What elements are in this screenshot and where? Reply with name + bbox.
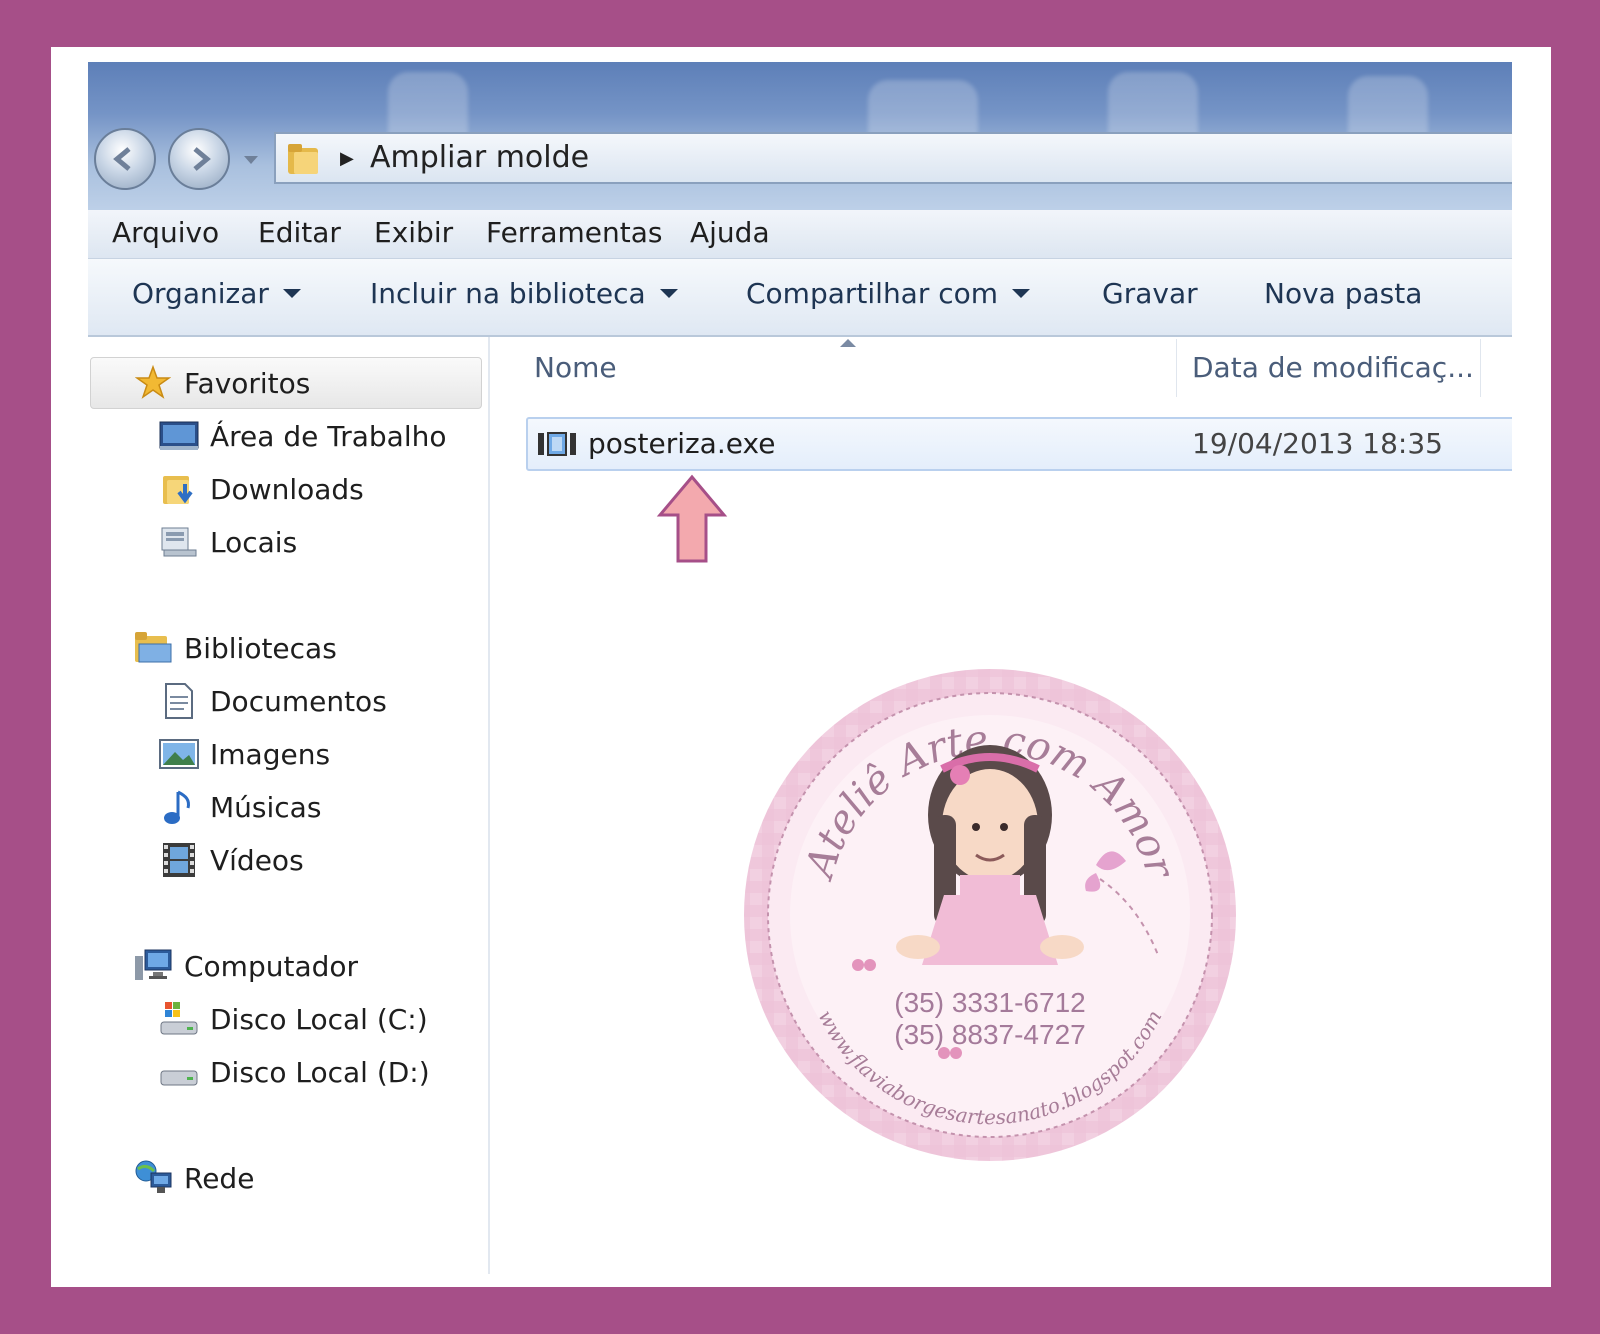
documents-icon	[158, 681, 200, 721]
dropdown-caret-icon	[659, 289, 678, 298]
column-divider[interactable]	[1480, 339, 1481, 397]
sidebar-network-label: Rede	[184, 1161, 255, 1195]
file-date-modified: 19/04/2013 18:35	[1192, 427, 1443, 460]
file-name: posteriza.exe	[588, 427, 776, 460]
sidebar-item-pictures[interactable]: Imagens	[158, 734, 330, 774]
recent-places-icon	[158, 522, 200, 562]
breadcrumb-current-folder[interactable]: Ampliar molde	[370, 140, 589, 175]
sidebar-computer[interactable]: Computador	[132, 946, 358, 986]
libraries-icon	[132, 628, 174, 668]
forward-button[interactable]	[168, 128, 230, 190]
watermark-phone-1: (35) 3331-6712	[894, 987, 1086, 1018]
file-row[interactable]: posteriza.exe 19/04/2013 18:35	[526, 417, 1512, 471]
organize-button[interactable]: Organizar	[132, 277, 301, 310]
sidebar-item-drive-c[interactable]: Disco Local (C:)	[158, 999, 428, 1039]
watermark-seal: Ateliê Arte com Amor www.flaviaborgesart…	[738, 665, 1242, 1169]
back-button[interactable]	[94, 128, 156, 190]
breadcrumb-separator-icon[interactable]: ▶	[340, 148, 354, 169]
sidebar-item-label: Disco Local (D:)	[210, 1055, 430, 1089]
sidebar-item-downloads[interactable]: Downloads	[158, 469, 364, 509]
sidebar-network[interactable]: Rede	[132, 1158, 254, 1198]
film-strip-icon	[158, 840, 200, 880]
downloads-folder-icon	[158, 469, 200, 509]
include-library-button[interactable]: Incluir na biblioteca	[370, 277, 678, 310]
navigation-pane: Favoritos Área de Trabalho Downloads Loc…	[88, 337, 490, 1274]
screenshot-canvas: ▶ Ampliar molde Arquivo Editar Exibir Fe…	[51, 47, 1551, 1287]
sidebar-item-drive-d[interactable]: Disco Local (D:)	[158, 1052, 430, 1092]
menu-arquivo[interactable]: Arquivo	[112, 216, 219, 249]
sidebar-favorites-label: Favoritos	[184, 366, 311, 400]
sidebar-libraries-label: Bibliotecas	[184, 631, 337, 665]
share-with-button[interactable]: Compartilhar com	[746, 277, 1031, 310]
recent-pages-chevron-icon[interactable]	[240, 150, 262, 170]
sidebar-item-label: Músicas	[210, 790, 322, 824]
include-library-label: Incluir na biblioteca	[370, 277, 646, 310]
sidebar-item-recent-places[interactable]: Locais	[158, 522, 297, 562]
music-note-icon	[158, 787, 200, 827]
sidebar-favorites[interactable]: Favoritos	[132, 363, 310, 403]
sort-ascending-icon	[840, 339, 856, 347]
sidebar-item-label: Disco Local (C:)	[210, 1002, 428, 1036]
sidebar-item-desktop[interactable]: Área de Trabalho	[158, 416, 446, 456]
sidebar-item-music[interactable]: Músicas	[158, 787, 321, 827]
back-arrow-icon	[113, 147, 131, 171]
sidebar-item-label: Imagens	[210, 737, 331, 771]
command-toolbar: Organizar Incluir na biblioteca Comparti…	[88, 259, 1512, 337]
exe-icon	[538, 432, 576, 456]
sidebar-item-label: Vídeos	[210, 843, 304, 877]
navigation-buttons	[94, 124, 264, 194]
explorer-window: ▶ Ampliar molde Arquivo Editar Exibir Fe…	[88, 62, 1512, 1274]
sidebar-libraries[interactable]: Bibliotecas	[132, 628, 337, 668]
share-with-label: Compartilhar com	[746, 277, 999, 310]
network-icon	[132, 1158, 174, 1198]
sidebar-item-label: Documentos	[210, 684, 387, 718]
new-folder-label: Nova pasta	[1264, 277, 1423, 310]
sidebar-item-label: Área de Trabalho	[210, 419, 447, 453]
dropdown-caret-icon	[1012, 289, 1031, 298]
menu-exibir[interactable]: Exibir	[374, 216, 453, 249]
burn-button[interactable]: Gravar	[1102, 277, 1198, 310]
address-bar[interactable]: ▶ Ampliar molde	[274, 132, 1512, 184]
burn-label: Gravar	[1102, 277, 1198, 310]
computer-icon	[132, 946, 174, 986]
column-header-name[interactable]: Nome	[534, 351, 617, 384]
sidebar-item-documents[interactable]: Documentos	[158, 681, 387, 721]
sidebar-item-label: Downloads	[210, 472, 364, 506]
hard-drive-icon	[158, 1052, 200, 1092]
star-icon	[132, 363, 174, 403]
folder-icon	[288, 144, 318, 174]
organize-label: Organizar	[132, 277, 269, 310]
desktop-icon	[158, 416, 200, 456]
file-list-pane: Nome Data de modificaç... posteriza.exe …	[490, 337, 1512, 1274]
watermark-logo-image: Ateliê Arte com Amor www.flaviaborgesart…	[744, 669, 1236, 1161]
menu-bar: Arquivo Editar Exibir Ferramentas Ajuda	[88, 210, 1512, 259]
column-divider[interactable]	[1176, 339, 1177, 397]
windows-drive-icon	[158, 999, 200, 1039]
forward-arrow-icon	[193, 147, 211, 171]
menu-editar[interactable]: Editar	[258, 216, 341, 249]
pointer-arrow-icon	[656, 474, 728, 563]
title-bar: ▶ Ampliar molde	[88, 62, 1512, 210]
menu-ferramentas[interactable]: Ferramentas	[486, 216, 662, 249]
dropdown-caret-icon	[282, 289, 301, 298]
menu-ajuda[interactable]: Ajuda	[690, 216, 770, 249]
watermark-phone-2: (35) 8837-4727	[894, 1019, 1086, 1050]
sidebar-computer-label: Computador	[184, 949, 359, 983]
sidebar-item-videos[interactable]: Vídeos	[158, 840, 304, 880]
pictures-icon	[158, 734, 200, 774]
new-folder-button[interactable]: Nova pasta	[1264, 277, 1422, 310]
sidebar-item-label: Locais	[210, 525, 298, 559]
column-header-date-modified[interactable]: Data de modificaç...	[1192, 351, 1474, 384]
